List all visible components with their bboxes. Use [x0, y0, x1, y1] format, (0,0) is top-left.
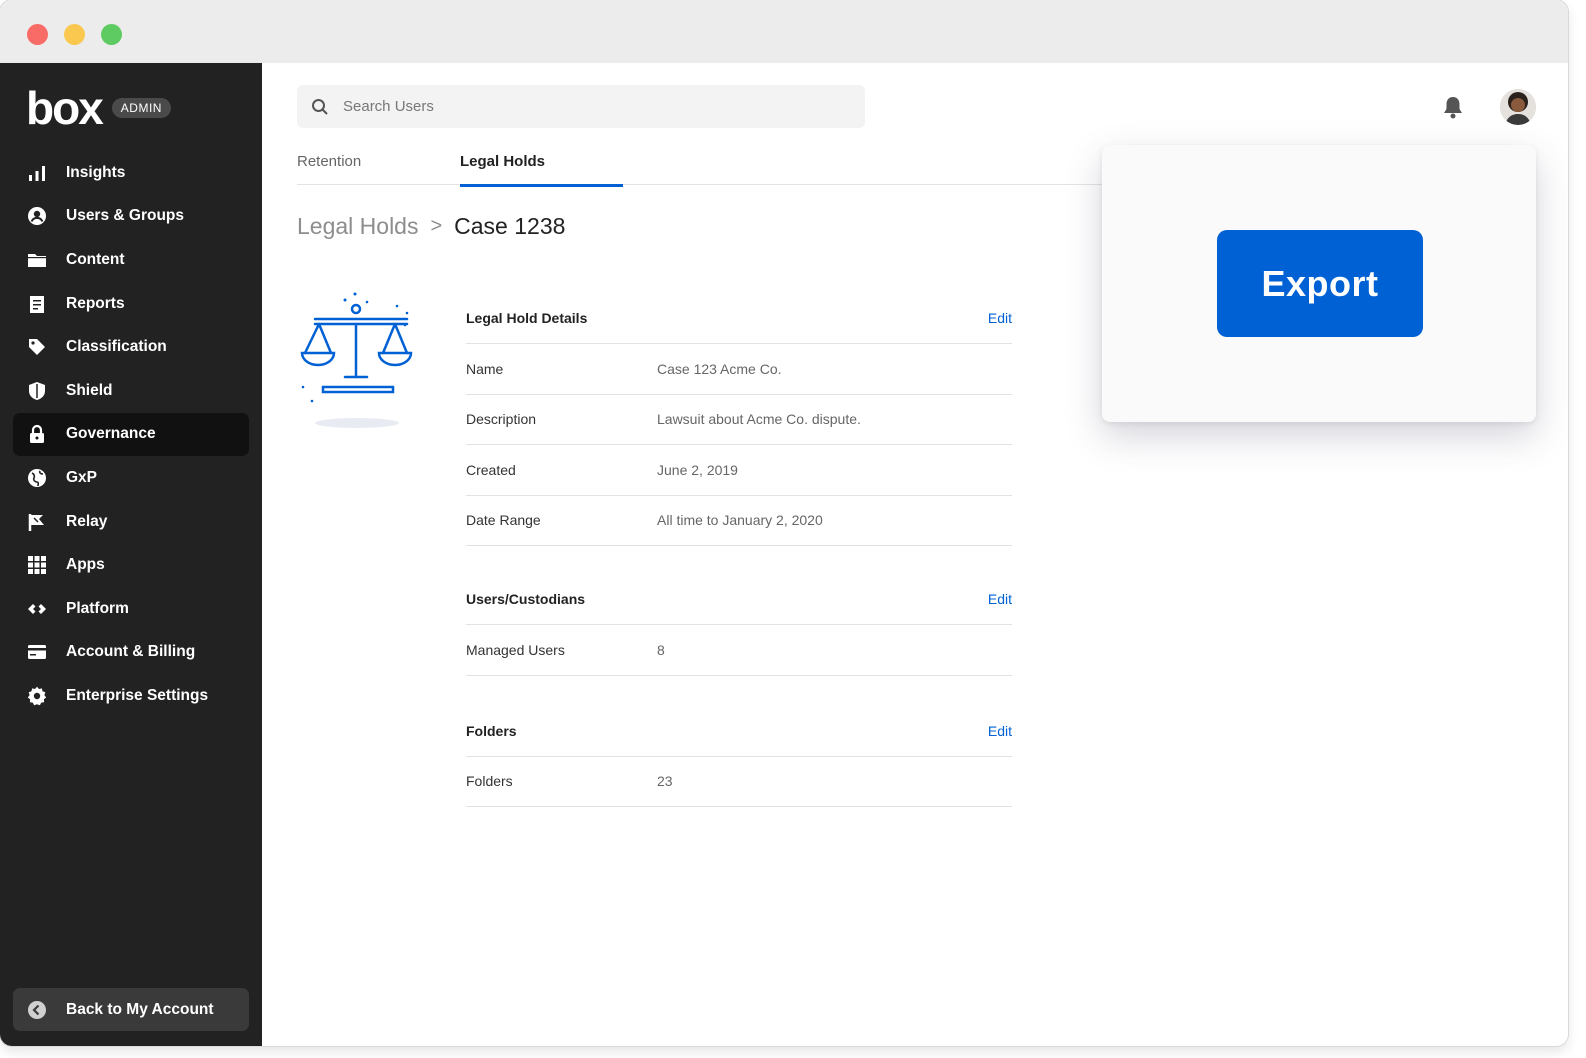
box-logo[interactable]: box ADMIN [26, 85, 171, 131]
sidebar-item-account-billing[interactable]: Account & Billing [13, 631, 249, 675]
sidebar-item-enterprise-settings[interactable]: Enterprise Settings [13, 674, 249, 718]
report-icon [27, 294, 47, 314]
row-value: 8 [657, 641, 665, 658]
sidebar: box ADMIN Insights Users & Groups Conten… [0, 63, 262, 1046]
row-value: 23 [657, 773, 673, 790]
zoom-window-button[interactable] [101, 24, 122, 45]
detail-row-folders: Folders 23 [466, 757, 1012, 807]
sidebar-item-classification[interactable]: Classification [13, 325, 249, 369]
back-to-my-account-button[interactable]: Back to My Account [13, 988, 249, 1031]
scales-of-justice-illustration [297, 291, 417, 431]
search-icon [312, 98, 328, 115]
sidebar-item-content[interactable]: Content [13, 238, 249, 282]
admin-badge: ADMIN [111, 98, 171, 118]
gear-icon [27, 686, 47, 706]
sidebar-item-label: GxP [66, 468, 98, 486]
close-window-button[interactable] [27, 24, 48, 45]
sidebar-item-label: Classification [66, 338, 167, 356]
lock-icon [27, 424, 47, 444]
sidebar-item-label: Content [66, 250, 125, 268]
sidebar-item-label: Users & Groups [66, 207, 185, 225]
tab-retention[interactable]: Retention [297, 153, 361, 184]
sidebar-item-label: Governance [66, 425, 156, 443]
row-value: June 2, 2019 [657, 461, 738, 478]
sidebar-item-label: Relay [66, 512, 108, 530]
search-bar[interactable] [297, 85, 865, 128]
section-title: Legal Hold Details [466, 310, 588, 326]
row-label: Managed Users [466, 641, 565, 658]
sidebar-item-label: Enterprise Settings [66, 686, 209, 704]
detail-row-description: Description Lawsuit about Acme Co. dispu… [466, 395, 1012, 445]
row-label: Description [466, 411, 537, 428]
sidebar-item-insights[interactable]: Insights [13, 151, 249, 195]
detail-row-created: Created June 2, 2019 [466, 445, 1012, 496]
row-label: Created [466, 461, 516, 478]
sidebar-item-label: Platform [66, 599, 129, 617]
sidebar-item-platform[interactable]: Platform [13, 587, 249, 631]
edit-legal-hold-link[interactable]: Edit [988, 310, 1012, 326]
search-input[interactable] [341, 97, 825, 116]
back-button-label: Back to My Account [66, 1000, 214, 1018]
sidebar-item-label: Account & Billing [66, 643, 196, 661]
row-label: Date Range [466, 512, 541, 529]
edit-folders-link[interactable]: Edit [988, 723, 1012, 739]
title-bar [0, 0, 1568, 63]
folder-icon [27, 250, 47, 270]
row-value: All time to January 2, 2020 [657, 512, 823, 529]
section-title: Folders [466, 722, 517, 739]
section-title: Users/Custodians [466, 591, 586, 607]
export-panel: Export [1102, 145, 1536, 422]
bell-icon[interactable] [1442, 95, 1464, 124]
row-label: Name [466, 360, 504, 377]
sidebar-item-apps[interactable]: Apps [13, 543, 249, 587]
sidebar-item-governance[interactable]: Governance [13, 412, 249, 457]
sidebar-item-label: Apps [66, 556, 105, 574]
sidebar-item-label: Insights [66, 163, 126, 181]
detail-row-name: Name Case 123 Acme Co. [466, 344, 1012, 395]
sidebar-item-shield[interactable]: Shield [13, 369, 249, 413]
user-avatar[interactable] [1500, 89, 1536, 125]
row-value: Lawsuit about Acme Co. dispute. [657, 411, 861, 428]
sidebar-item-reports[interactable]: Reports [13, 282, 249, 326]
sidebar-item-relay[interactable]: Relay [13, 500, 249, 544]
user-circle-icon [27, 206, 47, 226]
sidebar-item-label: Reports [66, 294, 125, 312]
detail-row-date-range: Date Range All time to January 2, 2020 [466, 496, 1012, 546]
edit-custodians-link[interactable]: Edit [988, 591, 1012, 607]
app-window: box ADMIN Insights Users & Groups Conten… [0, 0, 1568, 1046]
platform-icon [27, 599, 47, 619]
sidebar-item-users-groups[interactable]: Users & Groups [13, 195, 249, 239]
tag-icon [27, 337, 47, 357]
export-button[interactable]: Export [1217, 230, 1423, 337]
grid-icon [27, 555, 47, 575]
relay-icon [27, 512, 47, 532]
globe-icon [27, 468, 47, 488]
logo-text: box [26, 82, 104, 134]
row-value: Case 123 Acme Co. [657, 360, 782, 377]
sidebar-item-gxp[interactable]: GxP [13, 456, 249, 500]
bar-chart-icon [27, 163, 47, 183]
credit-card-icon [27, 642, 47, 662]
back-arrow-icon [27, 1000, 47, 1020]
section-header-folders: Folders Edit [466, 706, 1012, 757]
tab-legal-holds[interactable]: Legal Holds [460, 153, 623, 187]
legal-hold-details: Legal Hold Details Edit Name Case 123 Ac… [466, 293, 1012, 807]
detail-row-managed-users: Managed Users 8 [466, 625, 1012, 676]
section-header-legal-hold: Legal Hold Details Edit [466, 293, 1012, 344]
shield-icon [27, 381, 47, 401]
breadcrumb: Legal Holds > Case 1238 [297, 213, 565, 240]
breadcrumb-current: Case 1238 [454, 213, 566, 239]
section-header-custodians: Users/Custodians Edit [466, 574, 1012, 625]
row-label: Folders [466, 773, 513, 790]
sidebar-item-label: Shield [66, 381, 113, 399]
breadcrumb-parent[interactable]: Legal Holds [297, 213, 418, 240]
chevron-right-icon: > [430, 215, 443, 237]
minimize-window-button[interactable] [64, 24, 85, 45]
sidebar-nav: Insights Users & Groups Content Reports [13, 151, 249, 718]
